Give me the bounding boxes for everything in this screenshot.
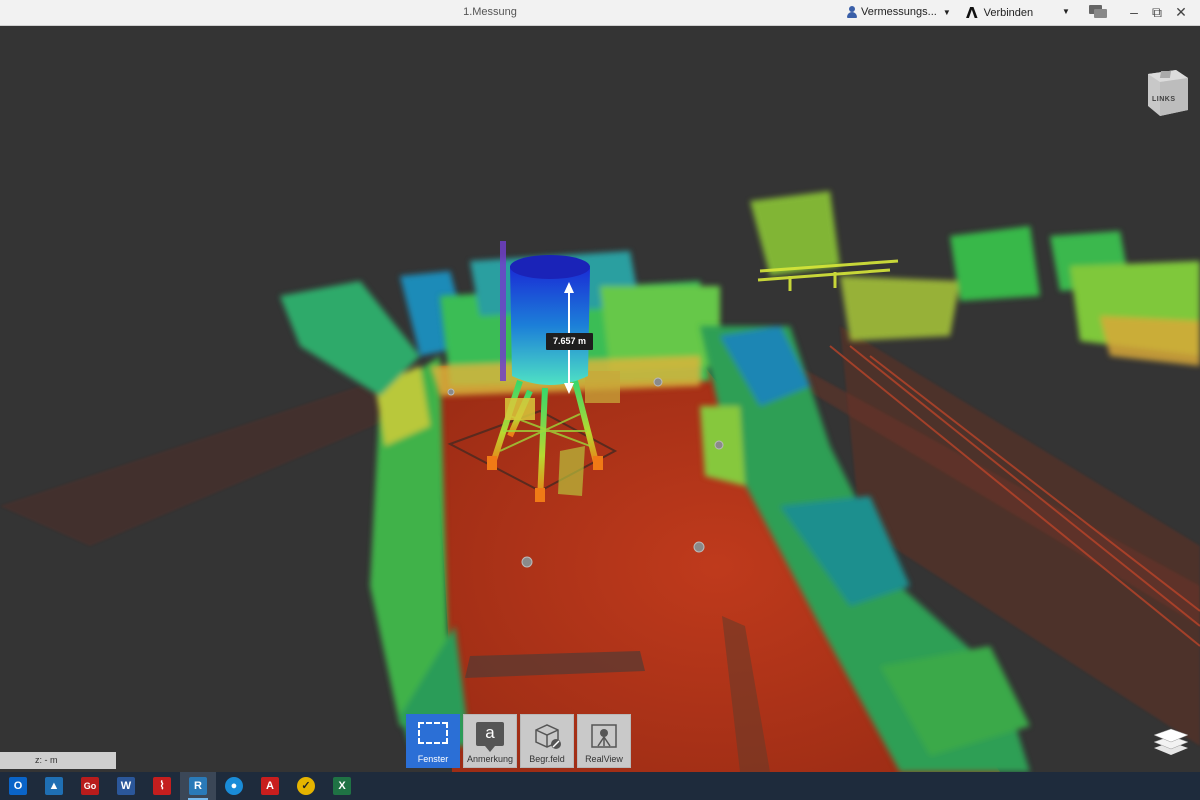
viewcube-face-label: LINKS — [1152, 96, 1176, 103]
chevron-down-icon: ▼ — [942, 7, 951, 17]
taskbar-outlook[interactable]: O — [0, 772, 36, 800]
user-icon — [846, 5, 858, 19]
taskbar-photos[interactable]: ▲ — [36, 772, 72, 800]
acrobat-icon: ⌇ — [153, 777, 171, 795]
recap-icon: R — [189, 777, 207, 795]
connect-button[interactable]: Λ Verbinden — [966, 4, 1033, 22]
taskbar-acrobat[interactable]: ⌇ — [144, 772, 180, 800]
tool-label: Begr.feld — [529, 754, 565, 764]
point-cloud-viewport[interactable]: 7.657 m LINKS z: - m — [0, 26, 1200, 772]
taskbar-norton[interactable]: ✓ — [288, 772, 324, 800]
taskbar-autocad[interactable]: A — [252, 772, 288, 800]
scale-field[interactable]: z: - m — [0, 752, 116, 769]
taskbar: O ▲ Go W ⌇ R ● A ✓ X — [0, 772, 1200, 800]
close-button[interactable]: ✕ — [1171, 3, 1191, 21]
taskbar-word[interactable]: W — [108, 772, 144, 800]
realview-icon — [591, 724, 617, 748]
gomeasure-icon: Go — [81, 777, 99, 795]
norton-icon: ✓ — [297, 777, 315, 795]
taskbar-webex[interactable]: ● — [216, 772, 252, 800]
chat-icon[interactable] — [1089, 5, 1107, 19]
photos-icon: ▲ — [45, 777, 63, 795]
window-title: 1.Messung — [463, 6, 517, 18]
layers-icon[interactable] — [1150, 724, 1192, 760]
distance-measurement-label[interactable]: 7.657 m — [546, 333, 594, 350]
tool-limit-box[interactable]: Begr.feld — [520, 714, 574, 768]
tool-annotation[interactable]: a Anmerkung — [463, 714, 517, 768]
connect-label: Verbinden — [983, 7, 1034, 19]
taskbar-recap[interactable]: R — [180, 772, 216, 800]
word-icon: W — [117, 777, 135, 795]
restore-button[interactable]: ⧉ — [1147, 3, 1167, 21]
tool-label: RealView — [585, 754, 623, 764]
tool-window-select[interactable]: Fenster — [406, 714, 460, 768]
bottom-toolbar: Fenster a Anmerkung Begr.feld RealView — [406, 714, 631, 768]
minimize-button[interactable]: – — [1124, 3, 1144, 21]
tool-label: Anmerkung — [466, 754, 514, 764]
tool-realview[interactable]: RealView — [577, 714, 631, 768]
taskbar-excel[interactable]: X — [324, 772, 360, 800]
autocad-icon: A — [261, 777, 279, 795]
outlook-icon: O — [9, 777, 27, 795]
selection-window-icon — [418, 722, 448, 744]
excel-icon: X — [333, 777, 351, 795]
user-menu-label: Vermessungs... — [861, 6, 937, 18]
title-bar: 1.Messung Vermessungs... ▼ Λ Verbinden ▼… — [0, 0, 1200, 26]
user-account-menu[interactable]: Vermessungs... ▼ — [846, 5, 951, 19]
webex-icon: ● — [225, 777, 243, 795]
limit-box-icon — [535, 724, 561, 749]
annotation-icon: a — [476, 722, 504, 752]
autodesk-logo-icon: Λ — [966, 4, 978, 22]
taskbar-gomeasure[interactable]: Go — [72, 772, 108, 800]
tool-label: Fenster — [417, 754, 449, 764]
viewcube-icon[interactable] — [1142, 66, 1190, 120]
point-cloud-scene — [0, 191, 1200, 772]
connect-dropdown-icon[interactable]: ▼ — [1062, 7, 1070, 16]
